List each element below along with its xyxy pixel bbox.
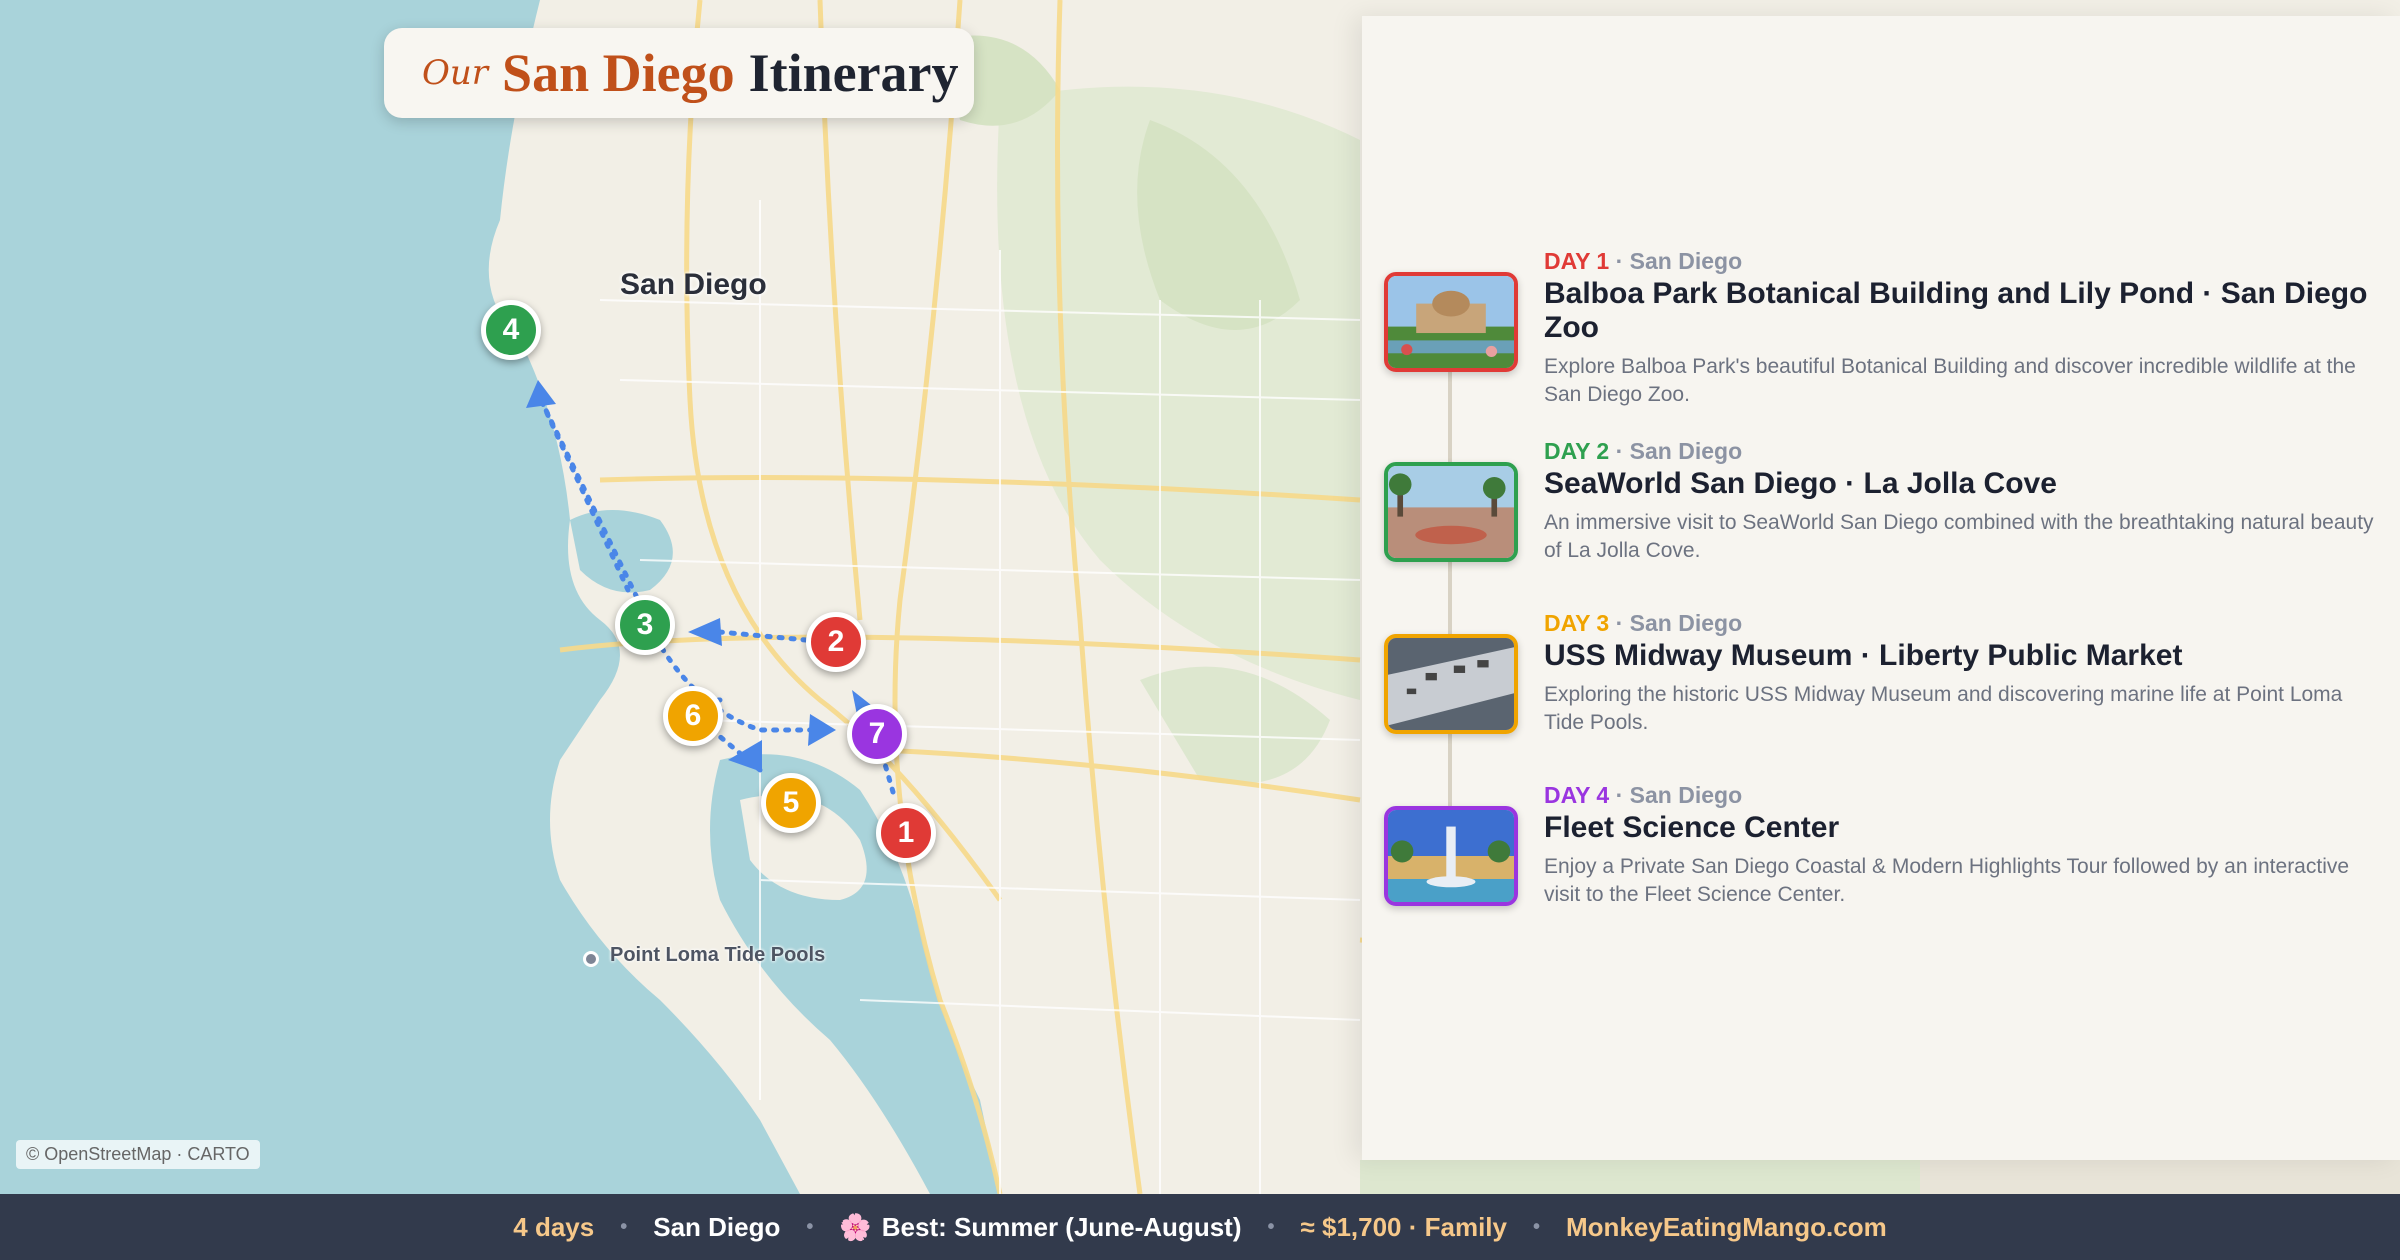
day-location: · San Diego: [1615, 248, 1743, 274]
flower-icon: 🌸: [839, 1211, 872, 1242]
footer-season: Best: Summer (June-August): [881, 1211, 1242, 1242]
city-map-label: San Diego: [620, 268, 767, 301]
footer-city: San Diego: [653, 1211, 781, 1242]
map-marker-6[interactable]: 6: [663, 686, 723, 746]
map-marker-2[interactable]: 2: [806, 612, 866, 672]
map-marker-7[interactable]: 7: [847, 704, 907, 764]
day-label: DAY 4: [1544, 782, 1610, 808]
footer-bar: 4 days • San Diego • 🌸 Best: Summer (Jun…: [0, 1194, 2400, 1260]
map-attribution[interactable]: © OpenStreetMap · CARTO: [16, 1140, 260, 1169]
title-prefix: Our: [422, 53, 489, 93]
title-city: San Diego: [502, 43, 735, 103]
timeline-line: [1448, 330, 1452, 850]
day-location: · San Diego: [1615, 782, 1743, 808]
day-description: Enjoy a Private San Diego Coastal & Mode…: [1544, 855, 2350, 906]
footer-site-link[interactable]: MonkeyEatingMango.com: [1566, 1212, 1887, 1243]
day-location: · San Diego: [1615, 438, 1743, 464]
day-description: An immersive visit to SeaWorld San Diego…: [1544, 511, 2374, 562]
marker-number: 6: [684, 699, 702, 732]
footer-budget: ≈ $1,700 · Family: [1300, 1211, 1508, 1242]
title-suffix: Itinerary: [748, 43, 959, 103]
marker-number: 5: [782, 786, 800, 819]
footer-separator: •: [1533, 1215, 1541, 1238]
day-title: Fleet Science Center: [1544, 811, 1840, 844]
title-card: Our San Diego Itinerary: [384, 28, 974, 118]
day-label: DAY 2: [1544, 438, 1610, 464]
day-2-thumbnail: [1384, 462, 1518, 562]
map-marker-3[interactable]: 3: [615, 595, 675, 655]
day-title: Balboa Park Botanical Building and Lily …: [1544, 277, 2368, 344]
day-description: Exploring the historic USS Midway Museum…: [1544, 683, 2343, 734]
day-3-thumbnail: [1384, 634, 1518, 734]
marker-number: 7: [868, 717, 886, 750]
day-title: USS Midway Museum · Liberty Public Marke…: [1544, 639, 2183, 672]
poi-dot: [583, 951, 599, 967]
map-marker-1[interactable]: 1: [876, 803, 936, 863]
marker-number: 4: [502, 313, 520, 346]
day-location: · San Diego: [1615, 610, 1743, 636]
day-label: DAY 3: [1544, 610, 1610, 636]
map-marker-5[interactable]: 5: [761, 773, 821, 833]
marker-number: 2: [827, 625, 845, 658]
itinerary-panel: [1362, 16, 2400, 1160]
poi-label: Point Loma Tide Pools: [610, 944, 826, 966]
day-title: SeaWorld San Diego · La Jolla Cove: [1544, 467, 2057, 500]
day-description: Explore Balboa Park's beautiful Botanica…: [1544, 355, 2356, 406]
footer-duration: 4 days: [513, 1211, 595, 1242]
marker-number: 1: [897, 816, 915, 849]
map-marker-4[interactable]: 4: [481, 300, 541, 360]
footer-separator: •: [1267, 1215, 1275, 1238]
footer-separator: •: [620, 1215, 628, 1238]
marker-number: 3: [636, 608, 654, 641]
day-label: DAY 1: [1544, 248, 1610, 274]
day-4-thumbnail: [1384, 806, 1518, 906]
footer-separator: •: [806, 1215, 814, 1238]
day-1-thumbnail: [1384, 272, 1518, 372]
